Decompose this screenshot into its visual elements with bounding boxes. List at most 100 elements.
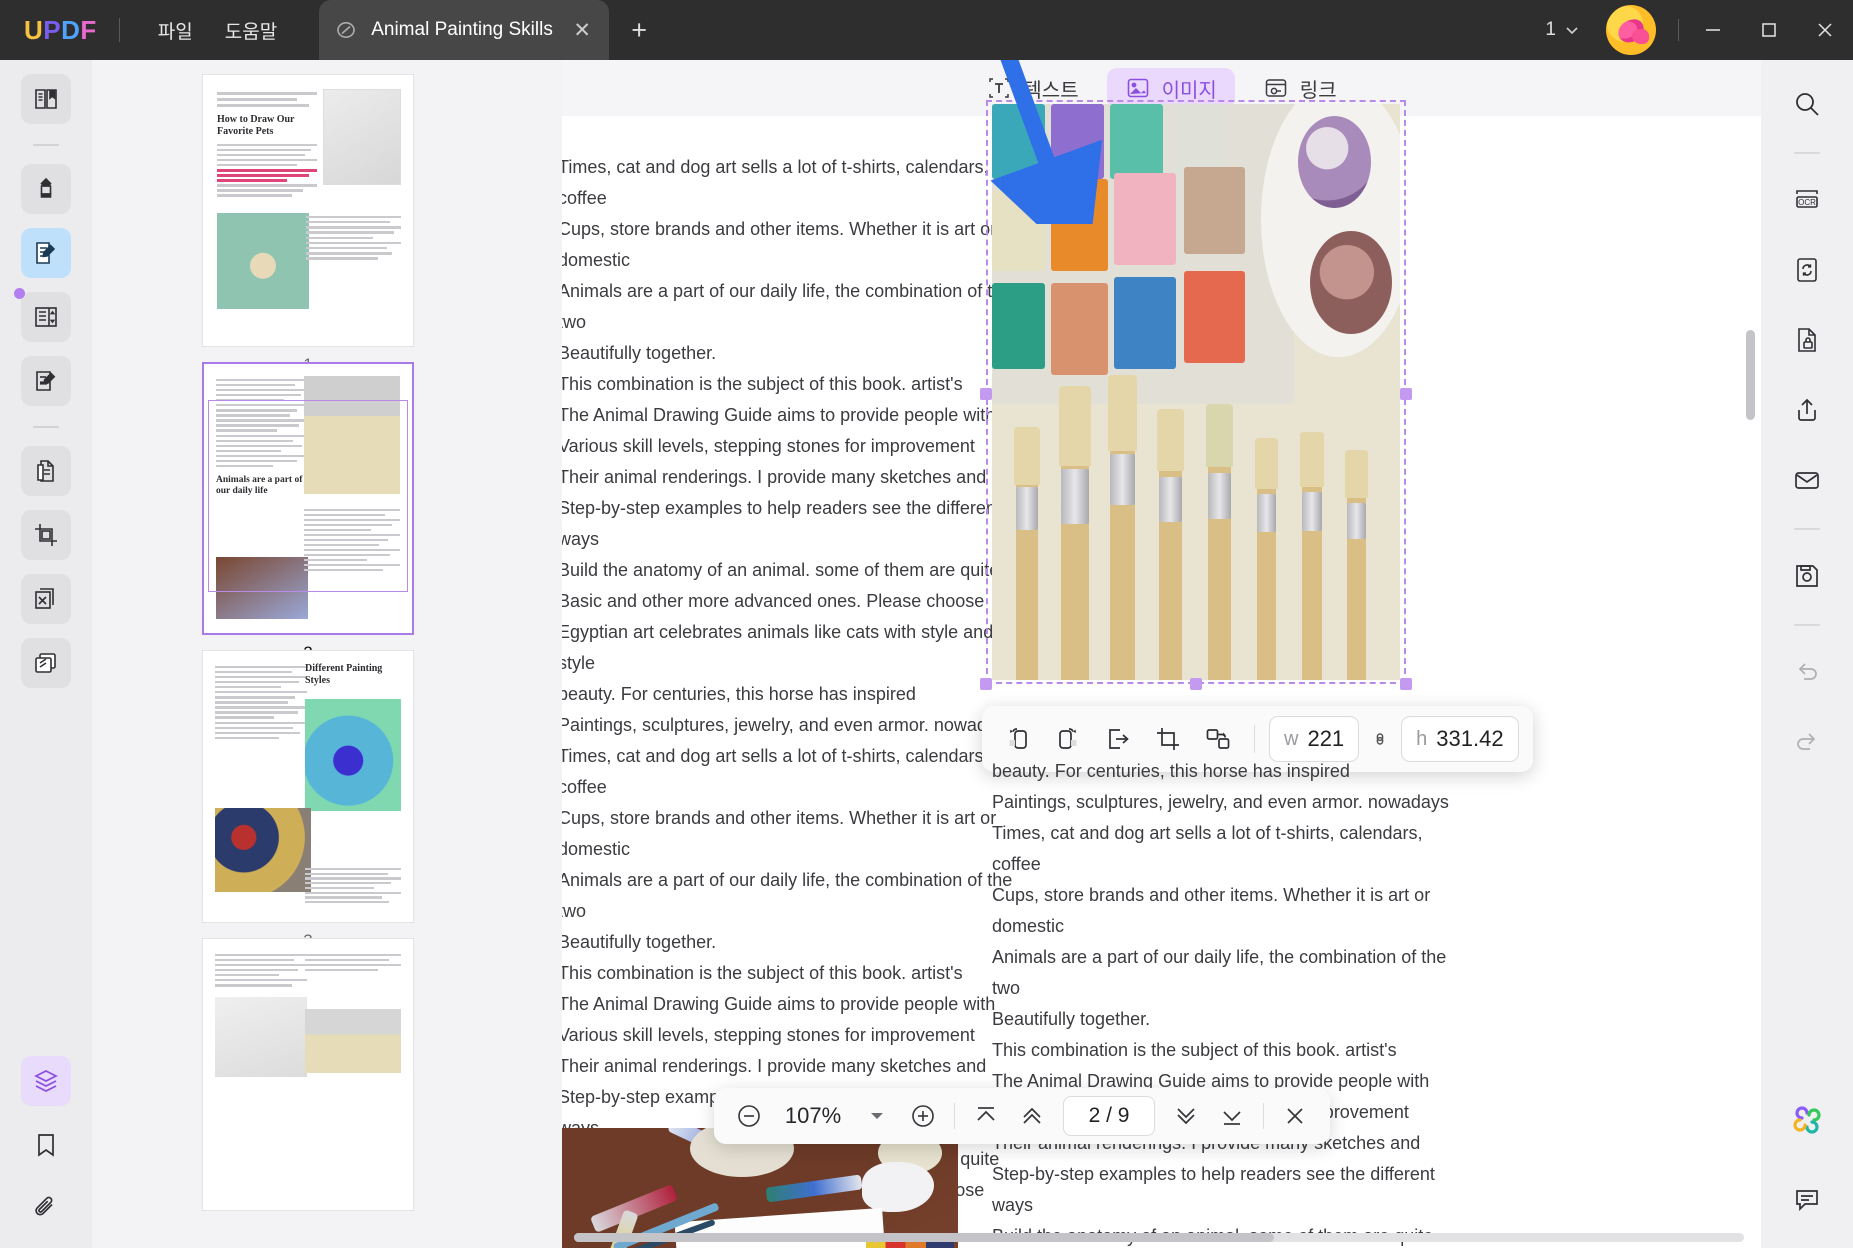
batch-pages-icon [35,588,54,609]
new-tab-icon[interactable]: + [631,15,647,46]
nav-divider-2 [1263,1103,1264,1129]
rotate-right-icon [1059,728,1077,749]
next-page-button[interactable] [1165,1095,1207,1137]
account-switcher[interactable]: 1 [1545,19,1580,41]
minimize-button[interactable] [1685,0,1741,60]
doc-line: Cups, store brands and other items. Whet… [992,885,1431,936]
rotate-right-button[interactable] [1046,717,1090,761]
user-avatar[interactable] [1606,5,1656,55]
close-window-button[interactable] [1797,0,1853,60]
menu-file[interactable]: 파일 [142,11,209,50]
thumbnail-page-1[interactable]: How to Draw Our Favorite Pets [202,74,414,375]
doc-line: Beautifully together. [992,1009,1151,1029]
thumbnail-page-4[interactable] [202,938,414,1211]
thumbnail-page-2[interactable]: Animals are a part of our daily life [202,362,414,663]
rail-divider-1 [33,144,59,146]
chevron-double-down-icon [1177,1108,1195,1125]
page-number-input[interactable]: 2 / 9 [1063,1096,1155,1136]
menu-help[interactable]: 도움말 [209,11,293,50]
rotate-left-button[interactable] [996,717,1040,761]
sidebar-item-layers[interactable] [21,1056,71,1106]
zoom-in-button[interactable] [902,1095,944,1137]
bookmark-icon [38,1134,54,1157]
sidebar-item-edit-pdf[interactable] [21,228,71,278]
app-body: How to Draw Our Favorite Pets Animals ar… [0,60,1853,1248]
selection-handle-bottom-left[interactable] [980,678,992,690]
close-tab-icon[interactable]: ✕ [569,18,595,43]
maximize-button[interactable] [1741,0,1797,60]
ocr-button[interactable]: OCR [1781,174,1833,226]
doc-line: Various skill levels, stepping stones fo… [562,1025,975,1045]
vertical-scrollbar[interactable] [1746,330,1755,420]
comment-bubble-icon [1796,1190,1818,1212]
crop-image-button[interactable] [1146,717,1190,761]
search-icon [1796,93,1819,116]
page-right-column[interactable]: beauty. For centuries, this horse has in… [992,756,1454,1248]
doc-line: Beautifully together. [562,343,717,363]
email-button[interactable] [1781,454,1833,506]
doc-line: Basic and other more advanced ones. Plea… [562,591,985,611]
share-button[interactable] [1781,384,1833,436]
selection-handle-bottom-right[interactable] [1400,678,1412,690]
undo-button[interactable] [1781,646,1833,698]
pdf-page-canvas[interactable]: Times, cat and dog art sells a lot of t-… [562,60,1761,1248]
document-tab[interactable]: Animal Painting Skills ✕ [319,0,610,60]
paint-tubes-and-butterfly-painting-photo[interactable] [562,1128,958,1248]
crop-icon [1157,728,1179,750]
previous-page-button[interactable] [1011,1095,1053,1137]
doc-line: Build the anatomy of an animal. some of … [562,560,1000,580]
export-arrow-icon [1109,729,1129,749]
page-left-column[interactable]: Times, cat and dog art sells a lot of t-… [562,152,1020,1248]
sidebar-item-bookmarks[interactable] [21,1120,71,1170]
zoom-out-button[interactable] [728,1095,770,1137]
thumbnail-page-3[interactable]: Different Painting Styles 3 [202,650,414,951]
sidebar-item-organize[interactable] [21,292,71,342]
close-navbar-button[interactable] [1274,1095,1316,1137]
sidebar-item-reader[interactable] [21,74,71,124]
protect-button[interactable] [1781,314,1833,366]
doc-line: Times, cat and dog art sells a lot of t-… [562,746,989,797]
page-navigation-bar[interactable]: 107% 2 / 9 [714,1088,1330,1144]
doc-line: The Animal Drawing Guide aims to provide… [562,405,996,425]
horizontal-scrollbar[interactable] [574,1233,1744,1242]
sidebar-item-comment[interactable] [21,164,71,214]
thumbnail-selection-outline [208,400,408,592]
comments-button[interactable] [1781,1174,1833,1226]
thumb4-corgi-sketch [215,997,307,1077]
sidebar-item-batch[interactable] [21,574,71,624]
lock-document-icon [1798,328,1816,352]
ai-assistant-button[interactable] [1781,1094,1833,1146]
zoom-level-value[interactable]: 107% [774,1103,852,1129]
sidebar-item-compare[interactable] [21,638,71,688]
extract-image-button[interactable] [1096,717,1140,761]
compare-docs-icon [35,653,56,673]
redo-button[interactable] [1781,716,1833,768]
last-page-button[interactable] [1211,1095,1253,1137]
save-button[interactable] [1781,550,1833,602]
width-value: 221 [1307,726,1345,751]
thumb1-dog-sketch [323,89,401,185]
selected-image-container[interactable] [980,60,1412,690]
doc-line: Egyptian art celebrates animals like cat… [562,622,994,673]
replace-image-icon [1206,729,1230,749]
page-thumbnail-panel[interactable]: How to Draw Our Favorite Pets Animals ar… [92,60,562,1248]
zoom-dropdown-button[interactable] [856,1095,898,1137]
selection-handle-right-middle[interactable] [1400,388,1412,400]
title-bar: UPDF 파일 도움말 Animal Painting Skills ✕ + 1 [0,0,1853,60]
search-button[interactable] [1781,78,1833,130]
sidebar-item-attachments[interactable] [21,1184,71,1234]
share-upload-icon [1798,398,1816,421]
plus-circle-icon [912,1105,934,1127]
first-page-button[interactable] [965,1095,1007,1137]
convert-button[interactable] [1781,244,1833,296]
sidebar-item-crop[interactable] [21,510,71,560]
first-page-icon [977,1107,995,1121]
selection-handle-left-middle[interactable] [980,388,992,400]
selection-handle-bottom-center[interactable] [1190,678,1202,690]
sidebar-item-fill-sign[interactable] [21,356,71,406]
sidebar-item-convert[interactable] [21,446,71,496]
close-icon [1287,1108,1303,1124]
replace-image-button[interactable] [1196,717,1240,761]
doc-line: Various skill levels, stepping stones fo… [562,436,975,456]
aspect-ratio-lock-button[interactable] [1365,728,1395,750]
